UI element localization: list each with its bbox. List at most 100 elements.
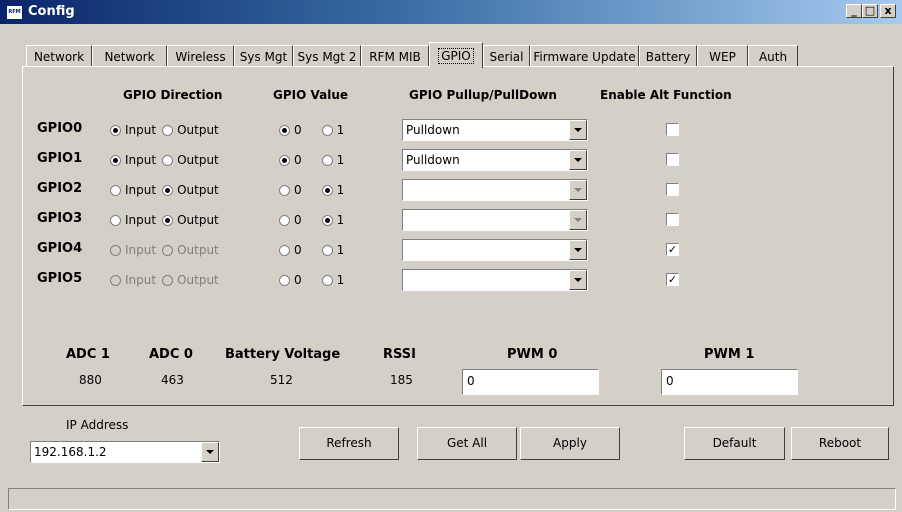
dropdown-arrow-icon[interactable] (569, 180, 587, 200)
dropdown-arrow-icon[interactable] (569, 210, 587, 230)
value-one-label: 1 (336, 213, 345, 227)
tab-sys-mgt-3[interactable]: Sys Mgt (234, 45, 293, 67)
rssi-value: 185 (390, 373, 413, 387)
tab-rfm-mib-5[interactable]: RFM MIB (361, 45, 429, 67)
gpio-label: GPIO5 (37, 271, 83, 286)
alt-function-checkbox[interactable] (666, 153, 679, 166)
direction-input-radio[interactable] (110, 214, 121, 226)
tab-label: Sys Mgt 2 (297, 50, 357, 64)
reboot-button[interactable]: Reboot (791, 427, 889, 460)
default-button[interactable]: Default (684, 427, 785, 460)
minimize-button[interactable]: _ (846, 4, 862, 18)
dropdown-arrow-icon[interactable] (569, 150, 587, 170)
value-radio-group: 01 (279, 213, 344, 227)
value-one-radio[interactable] (321, 274, 333, 286)
pwm0-input[interactable]: 0 (462, 369, 599, 395)
direction-output-label: Output (177, 123, 219, 137)
pull-select[interactable]: Pulldown (402, 149, 588, 171)
direction-input-radio[interactable] (110, 274, 121, 286)
value-one-label: 1 (336, 243, 345, 257)
ip-address-select[interactable]: 192.168.1.2 (30, 441, 220, 463)
dropdown-arrow-icon[interactable] (569, 240, 587, 260)
direction-input-label: Input (125, 243, 157, 257)
tab-serial-7[interactable]: Serial (483, 45, 530, 67)
value-zero-label: 0 (294, 213, 302, 227)
alt-function-checkbox[interactable] (666, 123, 679, 136)
value-zero-label: 0 (294, 123, 302, 137)
pull-select[interactable] (402, 179, 588, 201)
tab-label: WEP (709, 50, 736, 64)
direction-output-label: Output (177, 183, 219, 197)
direction-input-radio[interactable] (110, 244, 121, 256)
adc1-label: ADC 1 (66, 347, 110, 362)
pull-select[interactable] (402, 209, 588, 231)
alt-function-checkbox[interactable] (666, 213, 679, 226)
direction-output-radio[interactable] (162, 214, 174, 226)
tab-sys-mgt-2-4[interactable]: Sys Mgt 2 (293, 45, 361, 67)
value-zero-radio[interactable] (279, 154, 290, 166)
tab-wireless-2[interactable]: Wireless (167, 45, 234, 67)
direction-input-radio[interactable] (110, 154, 121, 166)
value-zero-radio[interactable] (279, 244, 290, 256)
tab-battery-9[interactable]: Battery (639, 45, 697, 67)
alt-function-checkbox[interactable]: ✓ (666, 243, 679, 256)
direction-output-radio[interactable] (162, 154, 174, 166)
pull-select[interactable] (402, 239, 588, 261)
tab-auth-11[interactable]: Auth (748, 45, 798, 67)
value-zero-radio[interactable] (279, 214, 290, 226)
direction-input-radio[interactable] (110, 124, 121, 136)
tab-network-0[interactable]: Network (26, 45, 92, 67)
value-zero-radio[interactable] (279, 124, 290, 136)
direction-radio-group: Input Output (110, 243, 225, 257)
gpio-value-header: GPIO Value (273, 88, 349, 102)
direction-output-radio[interactable] (162, 184, 174, 196)
value-one-radio[interactable] (321, 154, 333, 166)
value-zero-label: 0 (294, 153, 302, 167)
pull-select[interactable]: Pulldown (402, 119, 588, 141)
pwm1-input[interactable]: 0 (661, 369, 798, 395)
dropdown-arrow-icon[interactable] (569, 270, 587, 290)
value-one-radio[interactable] (321, 184, 333, 196)
tab-network-1[interactable]: Network (92, 45, 167, 67)
value-zero-label: 0 (294, 183, 302, 197)
value-one-radio[interactable] (321, 124, 333, 136)
tab-label: Network (104, 50, 155, 64)
direction-output-label: Output (177, 213, 219, 227)
pull-select[interactable] (402, 269, 588, 291)
dropdown-arrow-icon[interactable] (569, 120, 587, 140)
alt-function-checkbox[interactable] (666, 183, 679, 196)
refresh-button[interactable]: Refresh (299, 427, 399, 460)
value-radio-group: 01 (279, 153, 344, 167)
get-all-button[interactable]: Get All (417, 427, 517, 460)
apply-button[interactable]: Apply (520, 427, 620, 460)
direction-output-radio[interactable] (162, 274, 174, 286)
rssi-label: RSSI (383, 347, 416, 362)
status-bar (8, 488, 896, 510)
direction-radio-group: Input Output (110, 153, 225, 167)
pull-select-value: Pulldown (406, 153, 460, 167)
tab-label: Network (33, 50, 85, 64)
tab-wep-10[interactable]: WEP (697, 45, 748, 67)
value-zero-radio[interactable] (279, 184, 290, 196)
tab-label: Serial (489, 50, 524, 64)
title-bar: RFM Config _ □ x (0, 0, 902, 24)
ip-address-label: IP Address (66, 418, 129, 432)
direction-output-radio[interactable] (162, 124, 174, 136)
tab-gpio-6[interactable]: GPIO (429, 42, 483, 68)
alt-function-checkbox[interactable]: ✓ (666, 273, 679, 286)
value-one-radio[interactable] (321, 214, 333, 226)
ip-dropdown-arrow-icon[interactable] (201, 442, 219, 462)
value-zero-radio[interactable] (279, 274, 290, 286)
direction-radio-group: Input Output (110, 183, 225, 197)
tab-firmware-update-8[interactable]: Firmware Update (530, 45, 639, 67)
close-button[interactable]: x (880, 4, 896, 18)
tab-label: RFM MIB (369, 50, 421, 64)
value-radio-group: 01 (279, 273, 344, 287)
value-one-radio[interactable] (321, 244, 333, 256)
checkmark-icon: ✓ (667, 273, 678, 286)
value-radio-group: 01 (279, 183, 344, 197)
direction-input-radio[interactable] (110, 184, 121, 196)
gpio-label: GPIO4 (37, 241, 83, 256)
direction-output-radio[interactable] (162, 244, 174, 256)
maximize-button[interactable]: □ (862, 4, 878, 18)
